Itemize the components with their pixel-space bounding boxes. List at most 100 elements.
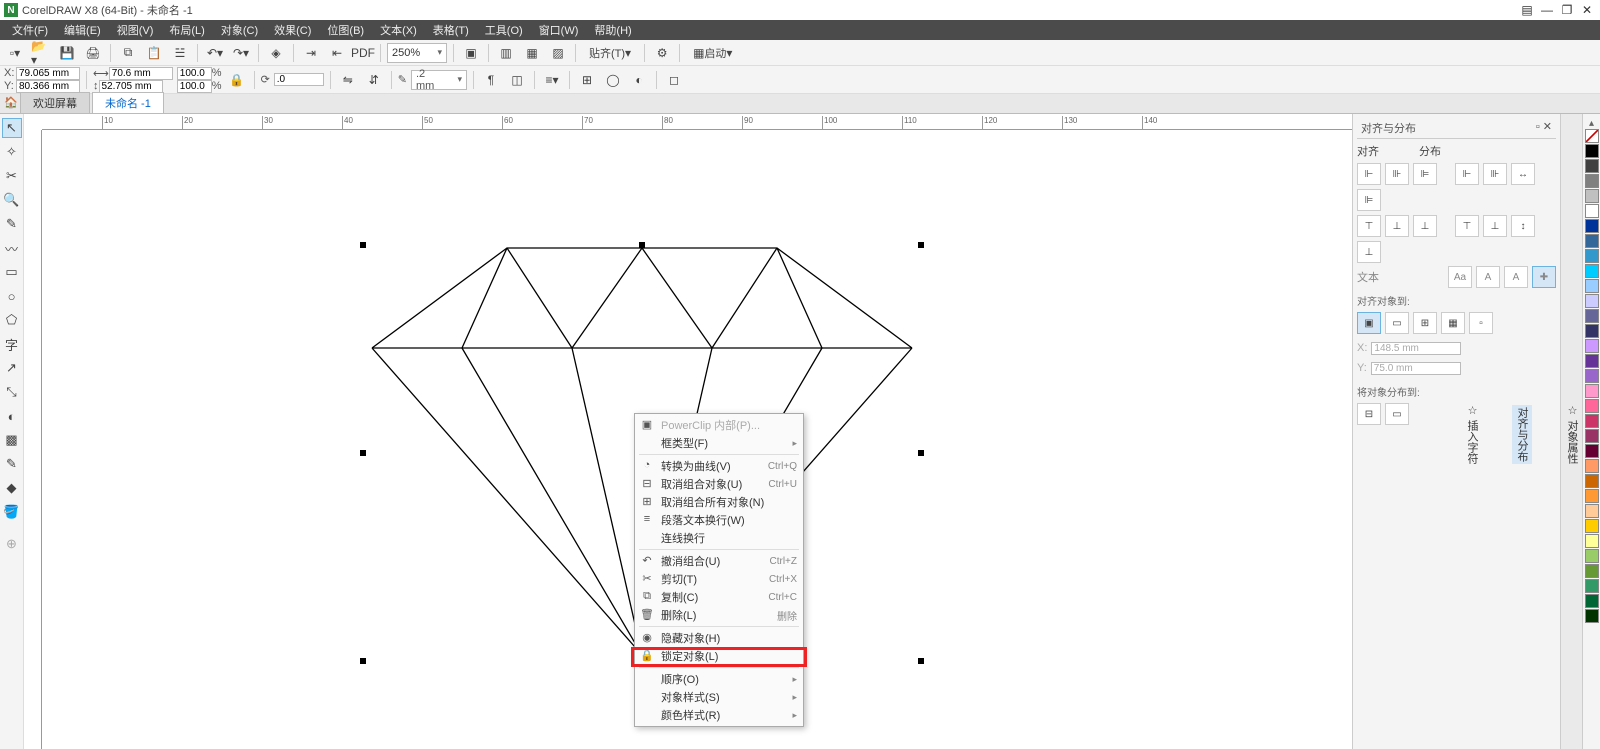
options-button[interactable]: ⚙ xyxy=(651,43,673,63)
handle-w[interactable] xyxy=(360,450,366,456)
text-align-3[interactable]: A xyxy=(1504,266,1528,288)
convert-button[interactable]: ◻ xyxy=(663,70,685,90)
dropshadow-tool[interactable]: ◐ xyxy=(2,406,22,426)
height-input[interactable] xyxy=(99,80,163,93)
scale-y-input[interactable] xyxy=(177,80,212,93)
parallel-dim-tool[interactable]: ↗ xyxy=(2,358,22,378)
menu-layout[interactable]: 布局(L) xyxy=(161,20,212,40)
cm-cut[interactable]: ✂剪切(T)Ctrl+X xyxy=(635,570,803,588)
swatch-14[interactable] xyxy=(1585,354,1599,368)
menu-effects[interactable]: 效果(C) xyxy=(266,20,319,40)
import-button[interactable]: ⇥ xyxy=(300,43,322,63)
swatch-7[interactable] xyxy=(1585,249,1599,263)
handle-sw[interactable] xyxy=(360,658,366,664)
rotation-input[interactable] xyxy=(274,73,324,86)
align-to-page-edge[interactable]: ▭ xyxy=(1385,312,1409,334)
close-button[interactable]: ✕ xyxy=(1578,2,1596,18)
save-button[interactable]: 💾 xyxy=(56,43,78,63)
cm-objstyle[interactable]: 对象样式(S)▸ xyxy=(635,688,803,706)
align-to-page-center[interactable]: ⊞ xyxy=(1413,312,1437,334)
scale-x-input[interactable] xyxy=(177,67,212,80)
docker-tab-align[interactable]: 对齐与分布 xyxy=(1512,405,1532,464)
menu-help[interactable]: 帮助(H) xyxy=(586,20,639,40)
zoom-select[interactable]: 250% xyxy=(387,43,447,63)
cm-tocurve[interactable]: ◔转换为曲线(V)Ctrl+Q xyxy=(635,457,803,475)
pdf-button[interactable]: PDF xyxy=(352,43,374,63)
ruler-horizontal[interactable]: 10 20 30 40 50 60 70 80 90 100 110 120 1… xyxy=(42,114,1352,130)
docker-tab-chars[interactable]: ☆ 插入字符 xyxy=(1462,402,1482,466)
swatch-18[interactable] xyxy=(1585,414,1599,428)
pick-tool[interactable]: ↖ xyxy=(2,118,22,138)
cm-delete[interactable]: 🗑删除(L)删除 xyxy=(635,606,803,624)
crop-tool[interactable]: ✂ xyxy=(2,166,22,186)
home-icon[interactable]: 🏠 xyxy=(4,96,18,110)
swatch-20[interactable] xyxy=(1585,444,1599,458)
dist-top-button[interactable]: ⊤ xyxy=(1455,215,1479,237)
paste-button[interactable]: 📋 xyxy=(143,43,165,63)
tab-document[interactable]: 未命名 -1 xyxy=(92,92,164,113)
swatch-31[interactable] xyxy=(1585,609,1599,623)
trim-button[interactable]: ◐ xyxy=(628,70,650,90)
swatch-8[interactable] xyxy=(1585,264,1599,278)
swatch-4[interactable] xyxy=(1585,204,1599,218)
fullscreen-button[interactable]: ▣ xyxy=(460,43,482,63)
undo-button[interactable]: ↶▾ xyxy=(204,43,226,63)
clone-button[interactable]: ☱ xyxy=(169,43,191,63)
menu-object[interactable]: 对象(C) xyxy=(213,20,266,40)
handle-ne[interactable] xyxy=(918,242,924,248)
dist-center-v-button[interactable]: ⊥ xyxy=(1483,215,1507,237)
swatch-27[interactable] xyxy=(1585,549,1599,563)
align-to-point[interactable]: ▫ xyxy=(1469,312,1493,334)
mirror-h-button[interactable]: ⇋ xyxy=(337,70,359,90)
align-to-selected[interactable]: ▣ xyxy=(1357,312,1381,334)
docker-close-icon[interactable]: ▫ ✕ xyxy=(1536,120,1552,136)
swatch-28[interactable] xyxy=(1585,564,1599,578)
grid-button[interactable]: ▦ xyxy=(521,43,543,63)
handle-e[interactable] xyxy=(918,450,924,456)
ruler-vertical[interactable] xyxy=(24,130,42,749)
swatch-29[interactable] xyxy=(1585,579,1599,593)
dist-to-page[interactable]: ▭ xyxy=(1385,403,1409,425)
align-button[interactable]: ≡▾ xyxy=(541,70,563,90)
swatch-15[interactable] xyxy=(1585,369,1599,383)
width-input[interactable] xyxy=(109,67,173,80)
align-center-v-button[interactable]: ⊥ xyxy=(1385,215,1409,237)
handle-nw[interactable] xyxy=(360,242,366,248)
transparency-tool[interactable]: ▩ xyxy=(2,430,22,450)
dist-right-button[interactable]: ⊫ xyxy=(1357,189,1381,211)
menu-text[interactable]: 文本(X) xyxy=(372,20,425,40)
swatch-0[interactable] xyxy=(1585,144,1599,158)
y-input[interactable] xyxy=(16,80,80,93)
zoom-tool[interactable]: 🔍 xyxy=(2,190,22,210)
menu-window[interactable]: 窗口(W) xyxy=(531,20,587,40)
swatch-25[interactable] xyxy=(1585,519,1599,533)
interactive-fill-tool[interactable]: ◆ xyxy=(2,478,22,498)
x-input[interactable] xyxy=(16,67,80,80)
cm-frametype[interactable]: 框类型(F)▸ xyxy=(635,434,803,452)
swatch-10[interactable] xyxy=(1585,294,1599,308)
swatch-17[interactable] xyxy=(1585,399,1599,413)
copy-button[interactable]: ⧉ xyxy=(117,43,139,63)
eyedropper-tool[interactable]: ✎ xyxy=(2,454,22,474)
lock-ratio-button[interactable]: 🔒 xyxy=(226,70,248,90)
text-tool[interactable]: 字 xyxy=(2,334,22,354)
align-to-grid[interactable]: ▦ xyxy=(1441,312,1465,334)
cm-wrap[interactable]: ≡段落文本换行(W) xyxy=(635,511,803,529)
align-bottom-button[interactable]: ⊥ xyxy=(1413,215,1437,237)
palette-up-icon[interactable]: ▴ xyxy=(1589,118,1594,129)
swatch-13[interactable] xyxy=(1585,339,1599,353)
swatch-5[interactable] xyxy=(1585,219,1599,233)
cm-ungroup[interactable]: ⊟取消组合对象(U)Ctrl+U xyxy=(635,475,803,493)
rulers-button[interactable]: ▥ xyxy=(495,43,517,63)
menu-file[interactable]: 文件(F) xyxy=(4,20,56,40)
redo-button[interactable]: ↷▾ xyxy=(230,43,252,63)
dist-left-button[interactable]: ⊩ xyxy=(1455,163,1479,185)
menu-edit[interactable]: 编辑(E) xyxy=(56,20,109,40)
swatch-none[interactable] xyxy=(1585,129,1599,143)
new-button[interactable]: ▫▾ xyxy=(4,43,26,63)
smart-fill-tool[interactable]: 🪣 xyxy=(2,502,22,522)
text-align-1[interactable]: Aa xyxy=(1448,266,1472,288)
text-align-4[interactable]: ✚ xyxy=(1532,266,1556,288)
note-icon[interactable]: ▤ xyxy=(1518,2,1536,18)
handle-se[interactable] xyxy=(918,658,924,664)
